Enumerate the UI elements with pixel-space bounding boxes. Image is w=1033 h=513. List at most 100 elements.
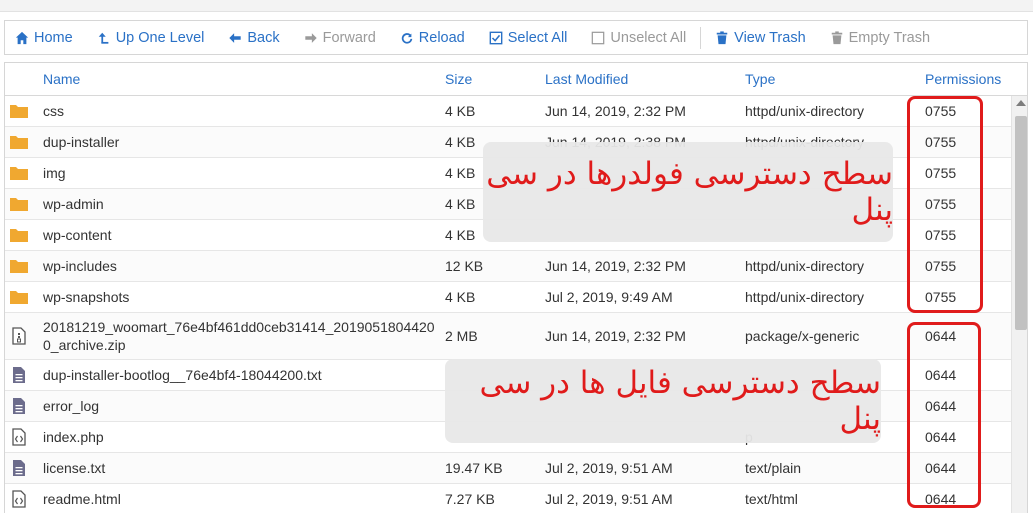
file-size: 4 KB — [445, 196, 476, 212]
top-strip — [0, 0, 1033, 12]
file-last-modified: Jun 14, 2019, 2:32 PM — [545, 103, 686, 119]
unselect-all-label: Unselect All — [610, 29, 687, 46]
file-size: 19.47 KB — [445, 460, 503, 476]
file-name[interactable]: readme.html — [43, 490, 443, 508]
file-size: 4 KB — [445, 134, 476, 150]
folder-permissions-callout: سطح دسترسی فولدرها در سی پنل — [483, 142, 893, 242]
file-size: 4 KB — [445, 165, 476, 181]
column-header-name[interactable]: Name — [43, 71, 80, 87]
text-file-icon — [9, 366, 29, 384]
file-row[interactable]: readme.html 7.27 KB Jul 2, 2019, 9:51 AM te… — [5, 484, 1011, 513]
folder-icon — [9, 257, 29, 275]
empty-trash-label: Empty Trash — [848, 29, 931, 46]
unselect-all-button[interactable]: Unselect All — [591, 30, 686, 46]
file-name[interactable]: wp-includes — [43, 257, 443, 275]
back-label: Back — [247, 29, 280, 46]
file-size: 7.27 KB — [445, 491, 495, 507]
file-row[interactable]: 20181219_woomart_76e4bf461dd0ceb31414_20… — [5, 313, 1011, 360]
forward-label: Forward — [322, 29, 376, 46]
folder-icon — [9, 133, 29, 151]
file-permissions-callout: سطح دسترسی فایل ها در سی پنل — [445, 359, 881, 443]
file-manager-toolbar: Home Up One Level Back Forward Reload Se… — [4, 20, 1028, 55]
column-header-size[interactable]: Size — [445, 71, 472, 87]
home-icon — [15, 31, 29, 44]
back-button[interactable]: Back — [228, 29, 280, 46]
file-size: 4 KB — [445, 227, 476, 243]
file-type: package/x-generic — [745, 328, 860, 344]
file-permissions-callout-text: سطح دسترسی فایل ها در سی پنل — [479, 365, 882, 437]
file-list-panel: Name Size Last Modified Type Permissions… — [4, 62, 1028, 513]
file-name[interactable]: license.txt — [43, 459, 443, 477]
folder-icon — [9, 195, 29, 213]
home-button[interactable]: Home — [15, 30, 73, 46]
checked-box-icon — [489, 31, 503, 44]
reload-button[interactable]: Reload — [400, 30, 465, 46]
file-size: 2 MB — [445, 328, 478, 344]
file-name[interactable]: error_log — [43, 397, 443, 415]
file-name[interactable]: wp-snapshots — [43, 288, 443, 306]
view-trash-button[interactable]: View Trash — [715, 29, 806, 46]
column-header-last-modified[interactable]: Last Modified — [545, 71, 628, 87]
file-type: httpd/unix-directory — [745, 103, 865, 119]
file-row[interactable]: wp-includes 12 KB Jun 14, 2019, 2:32 PM htt… — [5, 251, 1011, 282]
file-last-modified: Jul 2, 2019, 9:49 AM — [545, 289, 673, 305]
forward-button[interactable]: Forward — [304, 30, 376, 46]
empty-box-icon — [592, 31, 605, 44]
folder-permissions-highlight — [907, 96, 983, 313]
file-name[interactable]: img — [43, 164, 443, 182]
file-name[interactable]: wp-admin — [43, 195, 443, 213]
file-type: text/html — [745, 491, 798, 507]
file-row[interactable]: wp-snapshots 4 KB Jul 2, 2019, 9:49 AM http… — [5, 282, 1011, 313]
file-size: 4 KB — [445, 289, 476, 305]
file-last-modified: Jul 2, 2019, 9:51 AM — [545, 460, 673, 476]
select-all-label: Select All — [507, 29, 568, 46]
file-size: 12 KB — [445, 258, 484, 274]
file-type: text/plain — [745, 460, 802, 476]
toolbar-divider — [700, 26, 702, 49]
code-file-icon — [9, 428, 29, 446]
up-one-level-button[interactable]: Up One Level — [97, 29, 205, 46]
arrow-left-icon — [229, 32, 242, 43]
level-up-icon — [98, 32, 109, 44]
text-file-icon — [9, 397, 29, 415]
file-last-modified: Jun 14, 2019, 2:32 PM — [545, 258, 686, 274]
vertical-scrollbar[interactable] — [1011, 96, 1027, 513]
trash-icon — [716, 30, 728, 44]
file-name[interactable]: dup-installer — [43, 133, 443, 151]
column-header-type[interactable]: Type — [745, 71, 775, 87]
folder-icon — [9, 288, 29, 306]
view-trash-label: View Trash — [734, 29, 806, 46]
select-all-button[interactable]: Select All — [489, 29, 568, 46]
folder-icon — [9, 226, 29, 244]
text-file-icon — [9, 459, 29, 477]
file-type: httpd/unix-directory — [745, 289, 865, 305]
code-file-icon — [9, 490, 29, 508]
home-label: Home — [34, 29, 73, 46]
file-row[interactable]: css 4 KB Jun 14, 2019, 2:32 PM httpd/unix-d… — [5, 96, 1011, 127]
file-name[interactable]: dup-installer-bootlog__76e4bf4-18044200.… — [43, 366, 443, 384]
folder-icon — [9, 164, 29, 182]
file-list-header: Name Size Last Modified Type Permissions — [5, 63, 1027, 96]
folder-icon — [9, 102, 29, 120]
file-last-modified: Jun 14, 2019, 2:32 PM — [545, 328, 686, 344]
scrollbar-thumb[interactable] — [1015, 116, 1027, 330]
file-name[interactable]: css — [43, 102, 443, 120]
folder-permissions-callout-text: سطح دسترسی فولدرها در سی پنل — [486, 156, 893, 228]
up-one-level-label: Up One Level — [115, 29, 205, 46]
archive-icon — [9, 327, 29, 345]
file-size: 4 KB — [445, 103, 476, 119]
empty-trash-button[interactable]: Empty Trash — [830, 30, 930, 46]
file-name[interactable]: index.php — [43, 428, 443, 446]
trash-icon — [831, 30, 842, 44]
column-header-permissions[interactable]: Permissions — [925, 71, 1001, 87]
file-row[interactable]: license.txt 19.47 KB Jul 2, 2019, 9:51 AM t… — [5, 453, 1011, 484]
reload-label: Reload — [418, 29, 465, 46]
file-name[interactable]: wp-content — [43, 226, 443, 244]
reload-icon — [401, 32, 413, 44]
file-type: httpd/unix-directory — [745, 258, 865, 274]
file-last-modified: Jul 2, 2019, 9:51 AM — [545, 491, 673, 507]
file-name[interactable]: 20181219_woomart_76e4bf461dd0ceb31414_20… — [43, 318, 443, 354]
file-permissions-highlight — [907, 322, 981, 508]
arrow-right-icon — [304, 32, 317, 43]
scroll-up-arrow-icon[interactable] — [1016, 100, 1026, 106]
